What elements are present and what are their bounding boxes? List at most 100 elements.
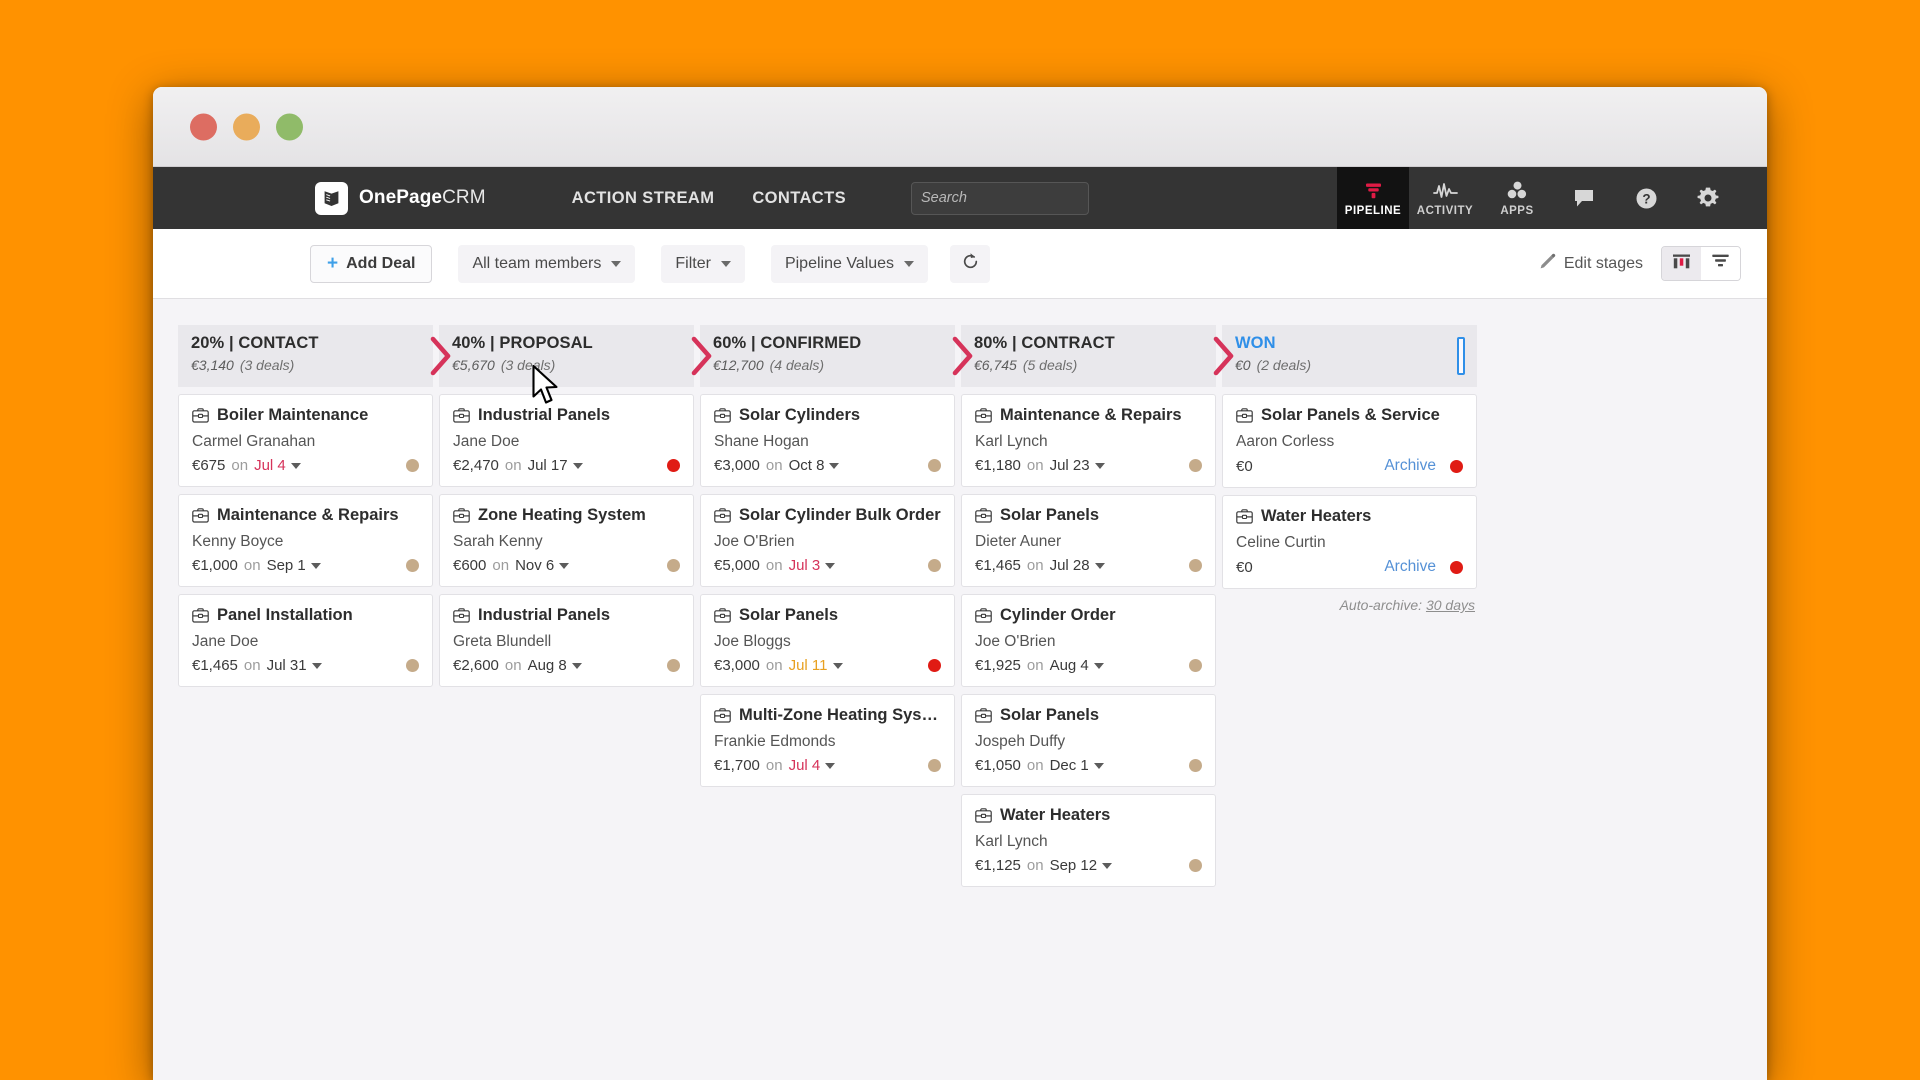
chevron-down-icon[interactable] xyxy=(311,662,322,669)
deal-contact-name[interactable]: Shane Hogan xyxy=(714,433,941,451)
chevron-down-icon[interactable] xyxy=(1093,662,1104,669)
deal-due-date[interactable]: Nov 6 xyxy=(515,557,554,574)
close-window-button[interactable] xyxy=(190,113,217,140)
deal-status-dot[interactable] xyxy=(406,559,419,572)
nav-action-stream[interactable]: ACTION STREAM xyxy=(553,167,734,229)
deal-card[interactable]: Panel Installation Jane Doe €1,465 on Jul 31 xyxy=(178,594,433,687)
team-members-filter[interactable]: All team members xyxy=(458,244,636,283)
deal-contact-name[interactable]: Carmel Granahan xyxy=(192,433,419,451)
brand-logo[interactable]: OnePageCRM xyxy=(315,167,486,229)
deal-card[interactable]: Boiler Maintenance Carmel Granahan €675 on J… xyxy=(178,394,433,487)
deal-due-date[interactable]: Dec 1 xyxy=(1050,757,1089,774)
deal-card[interactable]: Solar Panels & Service Aaron Corless €0 Arc… xyxy=(1222,394,1477,488)
stage-header[interactable]: 40% | PROPOSAL €5,670 (3 deals) xyxy=(439,325,712,387)
deal-due-date[interactable]: Jul 23 xyxy=(1050,457,1090,474)
funnel-view-button[interactable] xyxy=(1701,247,1740,280)
stage-header[interactable]: 80% | CONTRACT €6,745 (5 deals) xyxy=(961,325,1234,387)
deal-contact-name[interactable]: Jospeh Duffy xyxy=(975,733,1202,751)
deal-status-dot[interactable] xyxy=(1189,659,1202,672)
deal-card[interactable]: Solar Cylinders Shane Hogan €3,000 on Oct 8 xyxy=(700,394,955,487)
deal-due-date[interactable]: Aug 8 xyxy=(528,657,567,674)
deal-card[interactable]: Maintenance & Repairs Karl Lynch €1,180 on J… xyxy=(961,394,1216,487)
archive-deal-link[interactable]: Archive xyxy=(1384,558,1436,576)
chevron-down-icon[interactable] xyxy=(310,562,321,569)
deal-card[interactable]: Maintenance & Repairs Kenny Boyce €1,000 on… xyxy=(178,494,433,587)
deal-card[interactable]: Water Heaters Karl Lynch €1,125 on Sep 12 xyxy=(961,794,1216,887)
deal-card[interactable]: Cylinder Order Joe O'Brien €1,925 on Aug 4 xyxy=(961,594,1216,687)
deal-due-date[interactable]: Aug 4 xyxy=(1050,657,1089,674)
deal-contact-name[interactable]: Greta Blundell xyxy=(453,633,680,651)
deal-status-dot[interactable] xyxy=(1450,560,1463,574)
maximize-window-button[interactable] xyxy=(276,113,303,140)
deal-card[interactable]: Industrial Panels Jane Doe €2,470 on Jul 17 xyxy=(439,394,694,487)
stage-header[interactable]: WON €0 (2 deals) xyxy=(1222,325,1477,387)
deal-contact-name[interactable]: Joe O'Brien xyxy=(714,533,941,551)
chevron-down-icon[interactable] xyxy=(825,562,836,569)
deal-card[interactable]: Multi-Zone Heating Syst… Frankie Edmonds €… xyxy=(700,694,955,787)
nav-chat-button[interactable] xyxy=(1553,167,1615,229)
nav-apps-tab[interactable]: APPS xyxy=(1481,167,1553,229)
stage-header[interactable]: 20% | CONTACT €3,140 (3 deals) xyxy=(178,325,451,387)
deal-contact-name[interactable]: Joe Bloggs xyxy=(714,633,941,651)
deal-card[interactable]: Industrial Panels Greta Blundell €2,600 on A… xyxy=(439,594,694,687)
deal-status-dot[interactable] xyxy=(928,459,941,472)
deal-contact-name[interactable]: Jane Doe xyxy=(453,433,680,451)
deal-status-dot[interactable] xyxy=(406,459,419,472)
chevron-down-icon[interactable] xyxy=(1094,462,1105,469)
deal-due-date[interactable]: Jul 17 xyxy=(528,457,568,474)
deal-contact-name[interactable]: Frankie Edmonds xyxy=(714,733,941,751)
deal-card[interactable]: Solar Panels Joe Bloggs €3,000 on Jul 11 xyxy=(700,594,955,687)
kanban-view-button[interactable] xyxy=(1662,247,1701,280)
nav-help-button[interactable]: ? xyxy=(1615,167,1677,229)
deal-status-dot[interactable] xyxy=(667,659,680,672)
deal-contact-name[interactable]: Celine Curtin xyxy=(1236,534,1463,552)
deal-card[interactable]: Water Heaters Celine Curtin €0 Archive xyxy=(1222,495,1477,589)
deal-card[interactable]: Solar Panels Jospeh Duffy €1,050 on Dec 1 xyxy=(961,694,1216,787)
filter-dropdown[interactable]: Filter xyxy=(661,244,745,283)
refresh-button[interactable] xyxy=(950,244,991,283)
nav-pipeline-tab[interactable]: PIPELINE xyxy=(1337,167,1409,229)
chevron-down-icon[interactable] xyxy=(1093,762,1104,769)
search-input[interactable] xyxy=(912,182,1088,214)
deal-status-dot[interactable] xyxy=(1189,859,1202,872)
deal-card[interactable]: Zone Heating System Sarah Kenny €600 on Nov … xyxy=(439,494,694,587)
chevron-down-icon[interactable] xyxy=(829,462,840,469)
deal-due-date[interactable]: Sep 1 xyxy=(267,557,306,574)
chevron-down-icon[interactable] xyxy=(571,662,582,669)
auto-archive-duration[interactable]: 30 days xyxy=(1426,597,1475,613)
archive-deal-link[interactable]: Archive xyxy=(1384,457,1436,475)
chevron-down-icon[interactable] xyxy=(1102,862,1113,869)
deal-status-dot[interactable] xyxy=(928,759,941,772)
deal-due-date[interactable]: Sep 12 xyxy=(1050,857,1098,874)
deal-contact-name[interactable]: Joe O'Brien xyxy=(975,633,1202,651)
deal-contact-name[interactable]: Dieter Auner xyxy=(975,533,1202,551)
edit-stages-button[interactable]: Edit stages xyxy=(1539,253,1643,275)
deal-status-dot[interactable] xyxy=(928,559,941,572)
minimize-window-button[interactable] xyxy=(233,113,260,140)
deal-status-dot[interactable] xyxy=(1189,459,1202,472)
add-deal-button[interactable]: + Add Deal xyxy=(310,244,433,283)
deal-status-dot[interactable] xyxy=(1450,459,1463,473)
deal-due-date[interactable]: Jul 31 xyxy=(267,657,307,674)
pipeline-values-dropdown[interactable]: Pipeline Values xyxy=(770,244,929,283)
search-box[interactable] xyxy=(911,181,1089,215)
chevron-down-icon[interactable] xyxy=(559,562,570,569)
deal-status-dot[interactable] xyxy=(667,459,680,472)
nav-settings-button[interactable] xyxy=(1677,167,1739,229)
deal-card[interactable]: Solar Panels Dieter Auner €1,465 on Jul 28 xyxy=(961,494,1216,587)
deal-contact-name[interactable]: Aaron Corless xyxy=(1236,433,1463,451)
deal-due-date[interactable]: Jul 4 xyxy=(254,457,286,474)
deal-status-dot[interactable] xyxy=(928,659,941,672)
chevron-down-icon[interactable] xyxy=(825,762,836,769)
chevron-down-icon[interactable] xyxy=(572,462,583,469)
deal-card[interactable]: Solar Cylinder Bulk Order Joe O'Brien €5,0… xyxy=(700,494,955,587)
chevron-down-icon[interactable] xyxy=(290,462,301,469)
chevron-down-icon[interactable] xyxy=(832,662,843,669)
deal-contact-name[interactable]: Kenny Boyce xyxy=(192,533,419,551)
nav-activity-tab[interactable]: ACTIVITY xyxy=(1409,167,1481,229)
deal-contact-name[interactable]: Karl Lynch xyxy=(975,833,1202,851)
deal-due-date[interactable]: Jul 11 xyxy=(789,657,828,674)
deal-due-date[interactable]: Jul 3 xyxy=(789,557,821,574)
deal-due-date[interactable]: Jul 4 xyxy=(789,757,821,774)
stage-header[interactable]: 60% | CONFIRMED €12,700 (4 deals) xyxy=(700,325,973,387)
